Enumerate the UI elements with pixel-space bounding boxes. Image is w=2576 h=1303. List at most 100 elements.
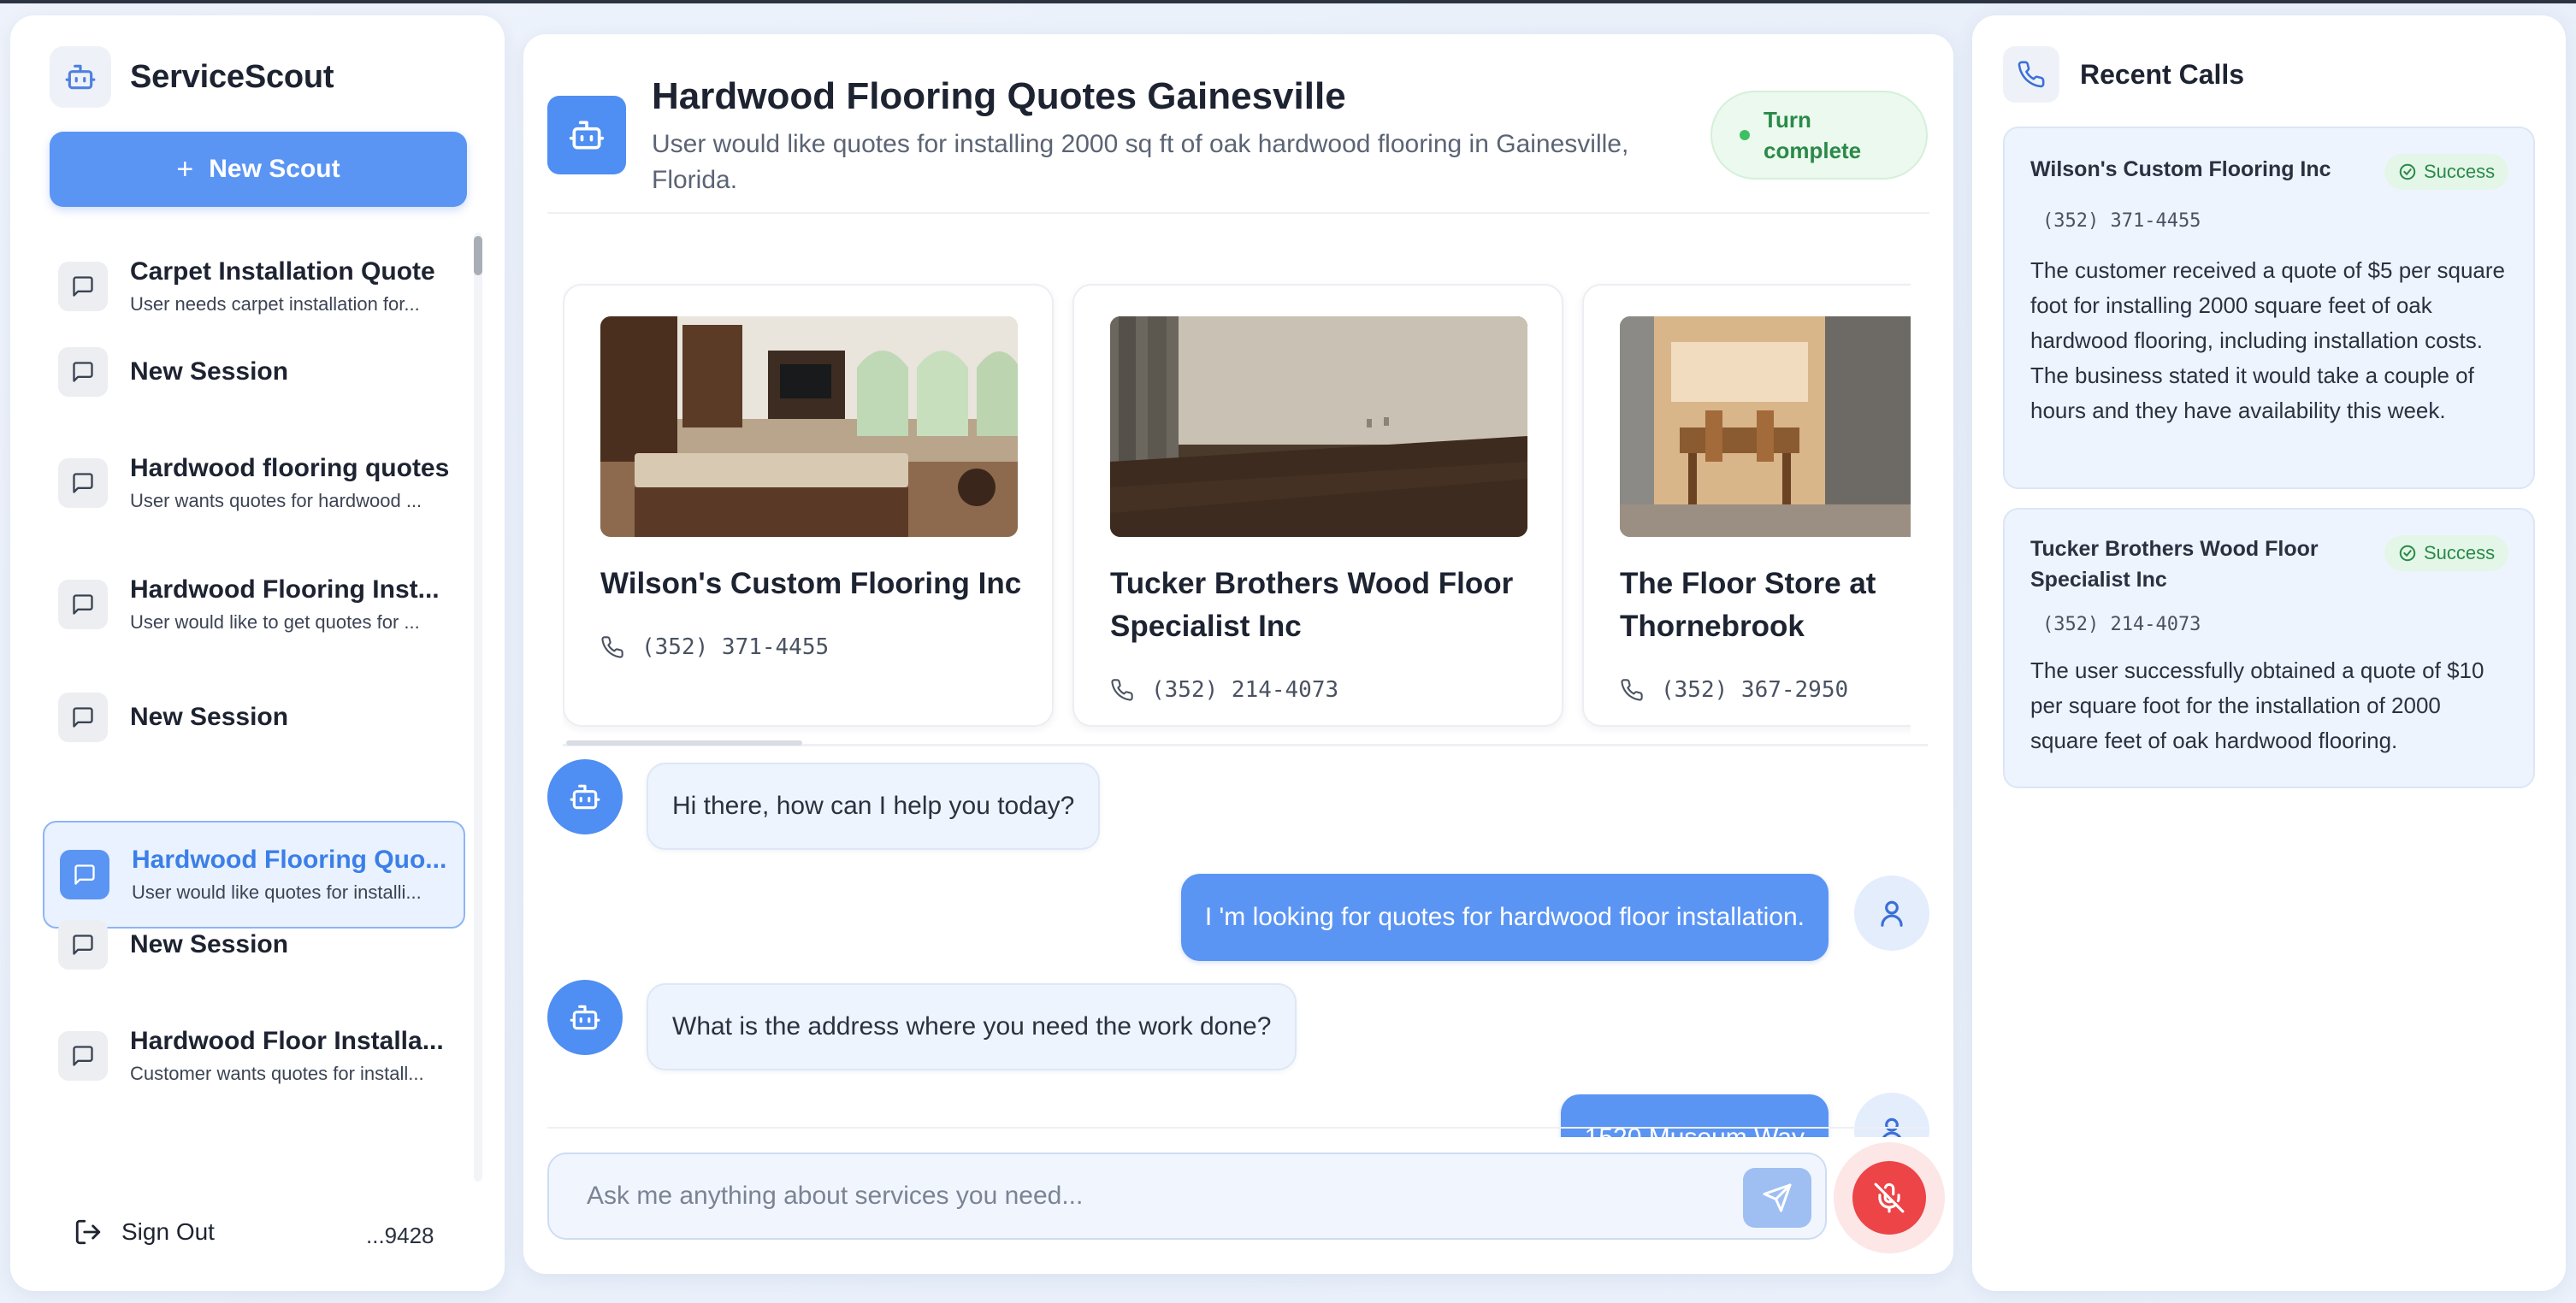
check-circle-icon xyxy=(2399,545,2416,562)
phone-icon xyxy=(1621,679,1643,701)
call-business-name: Tucker Brothers Wood Floor Specialist In… xyxy=(2030,537,2319,592)
window-top-edge xyxy=(0,0,2576,3)
phone-number: (352) 214-4073 xyxy=(1151,677,1339,703)
call-summary: The user successfully obtained a quote o… xyxy=(2030,657,2484,753)
call-card[interactable]: Wilson's Custom Flooring Inc Success (35… xyxy=(2003,127,2535,489)
phone-number: (352) 367-2950 xyxy=(1661,677,1849,703)
business-name: The Floor Store at Thornebrook xyxy=(1620,567,1876,643)
mic-toggle-button[interactable] xyxy=(1852,1161,1926,1235)
divider xyxy=(547,1127,1929,1129)
sidebar-scrollbar-thumb[interactable] xyxy=(474,236,482,275)
session-title: Hardwood flooring quotes xyxy=(130,454,450,482)
mic-off-icon xyxy=(1874,1182,1905,1213)
robot-icon xyxy=(547,96,626,174)
chat-input[interactable] xyxy=(547,1153,1827,1240)
session-subtitle: User needs carpet installation for... xyxy=(130,293,420,315)
brand: ServiceScout xyxy=(50,46,334,108)
phone-icon xyxy=(601,636,623,658)
session-subtitle: User would like to get quotes for ... xyxy=(130,611,420,633)
business-carousel[interactable]: Wilson's Custom Flooring Inc (352) 371-4… xyxy=(563,248,1911,735)
sidebar: ServiceScout + New Scout Carpet Installa… xyxy=(10,15,505,1291)
chat-bubble-icon xyxy=(58,580,108,629)
chat-bubble-icon xyxy=(58,1031,108,1081)
session-item[interactable]: Hardwood Flooring Inst... User would lik… xyxy=(43,551,465,658)
phone-icon xyxy=(1111,679,1133,701)
session-subtitle: User wants quotes for hardwood ... xyxy=(130,490,422,511)
session-title: Carpet Installation Quote xyxy=(130,257,435,286)
send-button[interactable] xyxy=(1743,1168,1811,1228)
business-photo xyxy=(1110,316,1527,537)
business-phone[interactable]: (352) 371-4455 xyxy=(600,634,829,660)
session-subtitle: Customer wants quotes for install... xyxy=(130,1063,424,1084)
robot-icon xyxy=(547,759,623,834)
business-card[interactable]: Tucker Brothers Wood Floor Specialist In… xyxy=(1072,284,1563,727)
robot-icon xyxy=(547,980,623,1055)
status-badge: Success xyxy=(2384,535,2509,571)
business-photo xyxy=(1620,316,1911,537)
user-message: 1520 Museum Way xyxy=(1560,1094,1829,1137)
business-phone[interactable]: (352) 214-4073 xyxy=(1110,677,1338,703)
session-title: New Session xyxy=(130,930,289,958)
assistant-message: What is the address where you need the w… xyxy=(647,983,1297,1070)
sign-out-button[interactable]: Sign Out xyxy=(74,1218,215,1247)
session-title: Hardwood Floor Installa... xyxy=(130,1027,444,1055)
session-item[interactable]: New Session xyxy=(43,663,465,771)
log-out-icon xyxy=(75,1219,101,1245)
call-card[interactable]: Tucker Brothers Wood Floor Specialist In… xyxy=(2003,508,2535,788)
phone-number: (352) 371-4455 xyxy=(641,634,830,660)
call-status: Success xyxy=(2424,542,2496,563)
session-title: Hardwood Flooring Quo... xyxy=(132,846,447,874)
business-card[interactable]: The Floor Store at Thornebrook (352) 367… xyxy=(1582,284,1911,727)
status-badge: Turn complete xyxy=(1710,91,1928,180)
page-title: Hardwood Flooring Quotes Gainesville xyxy=(652,75,1346,117)
status-badge: Success xyxy=(2384,154,2509,190)
plus-icon: + xyxy=(176,153,194,186)
business-card[interactable]: Wilson's Custom Flooring Inc (352) 371-4… xyxy=(563,284,1054,727)
chat-panel: Hardwood Flooring Quotes Gainesville Use… xyxy=(523,34,1953,1274)
recent-calls-header: Recent Calls xyxy=(2003,46,2244,103)
call-status: Success xyxy=(2424,161,2496,182)
session-title: New Session xyxy=(130,357,289,386)
check-circle-icon xyxy=(2399,163,2416,180)
session-item[interactable]: Hardwood Floor Installa... Customer want… xyxy=(43,1002,465,1110)
sign-out-label: Sign Out xyxy=(121,1218,215,1245)
chat-bubble-icon xyxy=(58,693,108,742)
session-title: New Session xyxy=(130,703,289,731)
business-phone[interactable]: (352) 367-2950 xyxy=(1620,677,1848,703)
app-name: ServiceScout xyxy=(130,58,334,95)
sidebar-scrollbar[interactable] xyxy=(474,233,482,1182)
page-subtitle: User would like quotes for installing 20… xyxy=(652,130,1629,194)
chat-bubble-icon xyxy=(58,458,108,508)
session-title: Hardwood Flooring Inst... xyxy=(130,575,440,604)
new-scout-label: New Scout xyxy=(209,155,340,183)
robot-icon xyxy=(50,46,111,108)
call-summary: The customer received a quote of $5 per … xyxy=(2030,257,2505,423)
user-icon xyxy=(1854,876,1929,951)
business-name: Tucker Brothers Wood Floor Specialist In… xyxy=(1110,567,1514,643)
phone-icon xyxy=(2003,46,2059,103)
session-item[interactable]: New Session xyxy=(43,891,465,999)
session-item[interactable]: Hardwood flooring quotes User wants quot… xyxy=(43,429,465,537)
business-photo xyxy=(600,316,1018,537)
divider xyxy=(547,212,1929,214)
chat-bubble-icon xyxy=(58,920,108,970)
account-id: ...9428 xyxy=(366,1223,434,1248)
new-scout-button[interactable]: + New Scout xyxy=(50,132,467,207)
chat-bubble-icon xyxy=(58,347,108,397)
status-dot-icon xyxy=(1740,130,1750,140)
session-list[interactable]: Carpet Installation Quote User needs car… xyxy=(43,233,470,1182)
assistant-message: Hi there, how can I help you today? xyxy=(647,763,1101,850)
carousel-scrollbar[interactable] xyxy=(566,740,802,746)
recent-calls-title: Recent Calls xyxy=(2080,58,2245,90)
call-phone: (352) 214-4073 xyxy=(2042,614,2201,635)
status-text: Turn complete xyxy=(1764,107,1862,163)
send-icon xyxy=(1763,1183,1792,1212)
user-message: I 'm looking for quotes for hardwood flo… xyxy=(1180,874,1829,961)
recent-calls-panel: Recent Calls Wilson's Custom Flooring In… xyxy=(1972,15,2566,1291)
session-item[interactable]: New Session xyxy=(43,318,465,426)
business-name: Wilson's Custom Flooring Inc xyxy=(600,567,1022,600)
call-business-name: Wilson's Custom Flooring Inc xyxy=(2030,157,2331,181)
user-icon xyxy=(1854,1093,1929,1137)
message-list[interactable]: Hi there, how can I help you today? I 'm… xyxy=(523,752,1953,1137)
call-phone: (352) 371-4455 xyxy=(2042,210,2201,232)
